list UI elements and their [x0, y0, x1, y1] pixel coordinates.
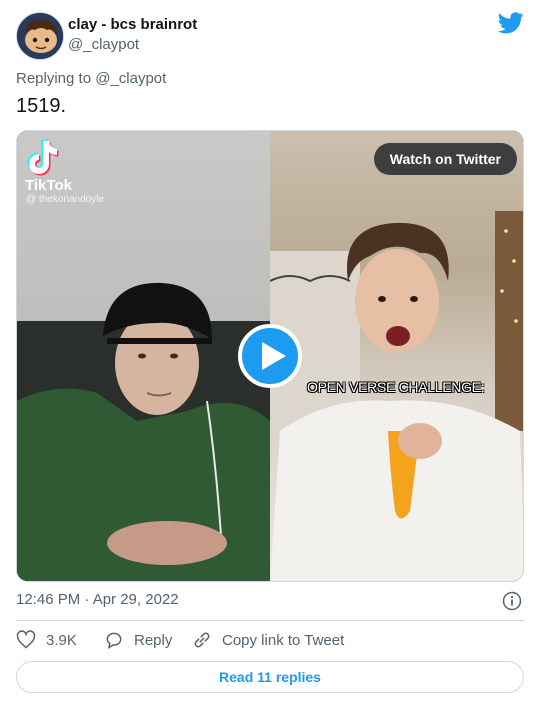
tweet-text: 1519. [16, 95, 67, 117]
video-caption-overlay: OPEN VERSE CHALLENGE: [307, 379, 485, 395]
twitter-bird-icon[interactable] [498, 12, 524, 34]
tweet-timestamp[interactable]: 12:46 PM · Apr 29, 2022 [16, 591, 179, 608]
play-button[interactable] [238, 324, 302, 388]
tiktok-username: @ thekonandoyle [26, 194, 104, 205]
copy-link-button[interactable]: Copy link to Tweet [192, 630, 344, 650]
right-person-illustration [269, 211, 523, 581]
read-replies-button[interactable]: Read 11 replies [16, 661, 524, 693]
reply-mention-link[interactable]: @_claypot [95, 70, 166, 87]
info-icon[interactable] [502, 591, 522, 611]
play-icon [262, 342, 286, 370]
user-handle[interactable]: @_claypot [68, 36, 139, 53]
reply-button[interactable]: Reply [104, 630, 172, 650]
display-name[interactable]: clay - bcs brainrot [68, 16, 197, 33]
tiktok-brand: TikTok [25, 177, 72, 194]
replying-prefix: Replying to [16, 70, 96, 87]
video-left-panel: TikTok @ thekonandoyle [17, 131, 270, 581]
reply-bubble-icon [106, 632, 122, 650]
divider [16, 620, 524, 621]
tweet-actions: 3.9K Reply Copy link to Tweet [16, 630, 524, 652]
copy-link-label: Copy link to Tweet [222, 631, 345, 649]
tweet-header: clay - bcs brainrot @_claypot [16, 12, 524, 60]
video-right-panel: Watch on Twitter [269, 131, 523, 581]
avatar[interactable] [16, 12, 64, 60]
video-media[interactable]: TikTok @ thekonandoyle Watch on Twitter … [16, 130, 524, 582]
tiktok-logo-icon [27, 139, 59, 176]
link-icon [194, 632, 210, 648]
replying-to: Replying to @_claypot [16, 70, 166, 87]
like-count: 3.9K [46, 631, 77, 649]
like-button[interactable]: 3.9K [16, 630, 77, 650]
watch-on-twitter-button[interactable]: Watch on Twitter [373, 143, 517, 175]
heart-icon [16, 630, 36, 649]
reply-label: Reply [134, 631, 173, 649]
